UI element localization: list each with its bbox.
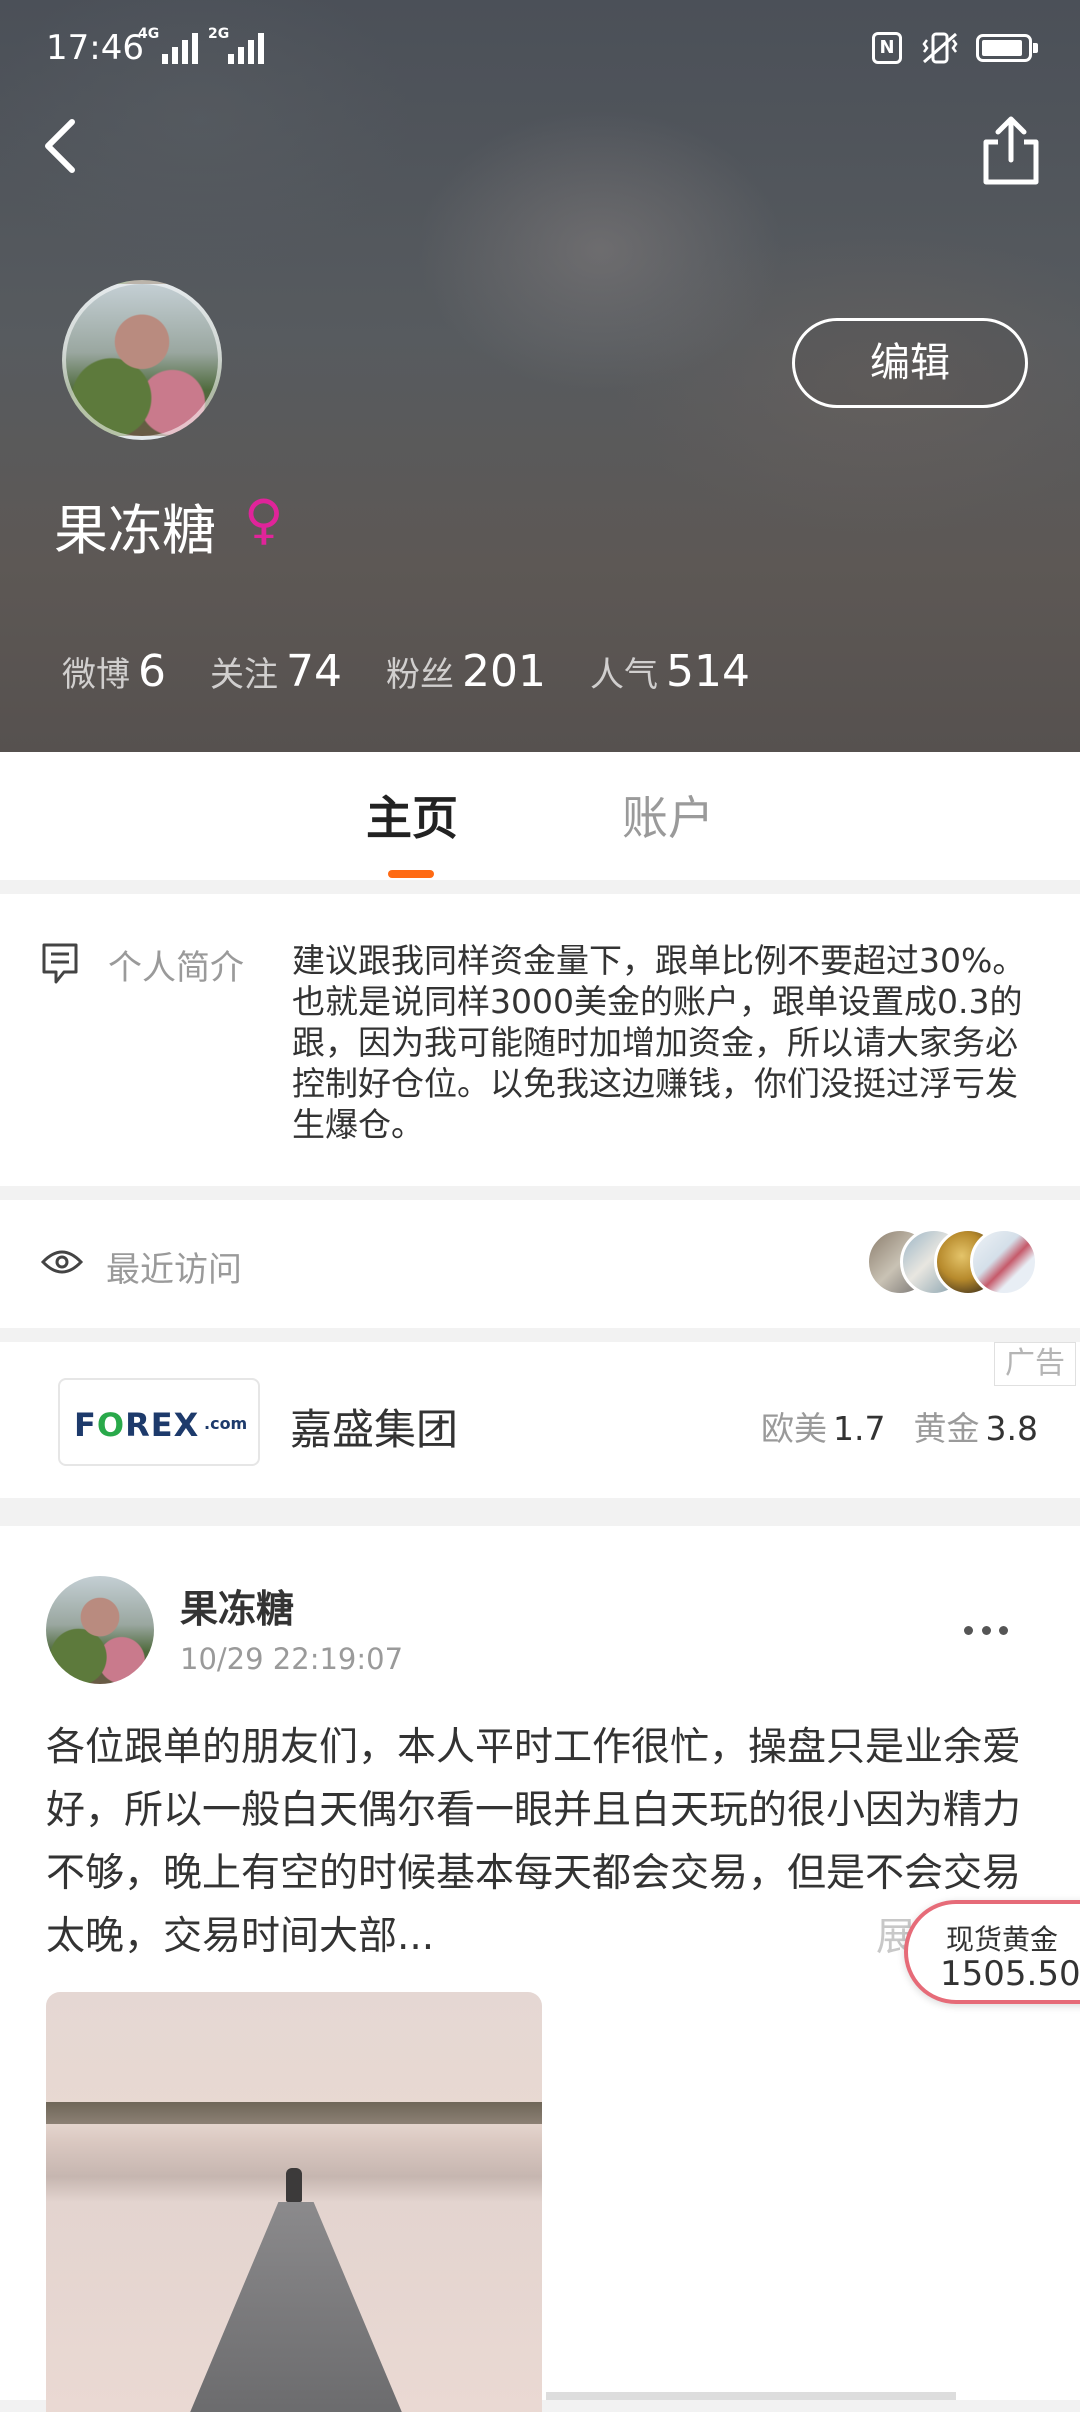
stat-value: 74 bbox=[286, 646, 342, 697]
share-button[interactable] bbox=[976, 112, 1046, 188]
back-button[interactable] bbox=[30, 110, 90, 180]
stat-posts[interactable]: 微博 6 bbox=[62, 646, 166, 697]
ad-rates: 欧美 1.7 黄金 3.8 bbox=[761, 1402, 1038, 1450]
gold-price: 1505.50 bbox=[940, 1954, 1080, 1994]
stat-label: 人气 bbox=[589, 655, 658, 695]
stat-popularity[interactable]: 人气 514 bbox=[590, 646, 750, 697]
tab-indicator bbox=[388, 870, 434, 878]
tab-bar: 主页 账户 bbox=[0, 752, 1080, 880]
network-type-label: 4G bbox=[138, 26, 160, 42]
signal-icon-2 bbox=[228, 32, 264, 64]
stat-following[interactable]: 关注 74 bbox=[210, 646, 342, 697]
ad-banner[interactable]: 广告 FOREX .com 嘉盛集团 欧美 1.7 黄金 3.8 bbox=[0, 1342, 1080, 1498]
stat-label: 微博 bbox=[62, 655, 130, 695]
bio-text: 建议跟我同样资金量下，跟单比例不要超过30%。也就是说同样3000美金的账户，跟… bbox=[292, 941, 1026, 1144]
recent-visits-label: 最近访问 bbox=[106, 1250, 242, 1290]
profile-stats: 微博 6 关注 74 粉丝 201 人气 514 bbox=[62, 646, 750, 697]
tab-account[interactable]: 账户 bbox=[622, 782, 714, 848]
gold-price-widget[interactable]: 现货黄金 1505.50 bbox=[904, 1900, 1080, 2004]
logo-suffix: .com bbox=[204, 1414, 248, 1433]
signal-icon bbox=[162, 32, 198, 64]
stat-label: 关注 bbox=[210, 655, 278, 695]
profile-header: 17:46 4G 2G N 编辑 果冻糖 ♀ 微博 6 关注 74 粉丝 201… bbox=[0, 0, 1080, 752]
post-author-avatar[interactable] bbox=[46, 1576, 154, 1684]
rate-label: 欧美 bbox=[761, 1409, 828, 1448]
tab-home[interactable]: 主页 bbox=[366, 782, 458, 848]
bio-section: 个人简介 建议跟我同样资金量下，跟单比例不要超过30%。也就是说同样3000美金… bbox=[0, 894, 1080, 1186]
stat-followers[interactable]: 粉丝 201 bbox=[386, 646, 546, 697]
network-type-label-2: 2G bbox=[208, 26, 230, 42]
post-timestamp: 10/29 22:19:07 bbox=[180, 1642, 404, 1676]
rate-value: 1.7 bbox=[833, 1409, 886, 1448]
gold-label: 现货黄金 bbox=[946, 1923, 1059, 1956]
vibrate-icon bbox=[922, 32, 958, 64]
stat-label: 粉丝 bbox=[386, 655, 454, 695]
rate-label: 黄金 bbox=[913, 1409, 980, 1448]
stat-value: 6 bbox=[138, 646, 166, 697]
username: 果冻糖 bbox=[54, 499, 216, 562]
status-time: 17:46 bbox=[46, 28, 144, 68]
bio-icon bbox=[42, 943, 78, 984]
scroll-indicator bbox=[546, 2392, 956, 2400]
battery-icon bbox=[976, 34, 1038, 62]
forex-logo: FOREX .com bbox=[58, 1378, 260, 1466]
rate-value: 3.8 bbox=[985, 1409, 1038, 1448]
status-bar: 17:46 4G 2G N bbox=[0, 0, 1080, 96]
ad-tag: 广告 bbox=[994, 1342, 1076, 1386]
avatar[interactable] bbox=[62, 280, 222, 440]
logo-text: FOREX bbox=[74, 1406, 200, 1444]
nfc-icon: N bbox=[872, 32, 902, 64]
more-options-button[interactable] bbox=[964, 1626, 1008, 1640]
female-icon: ♀ bbox=[244, 488, 284, 551]
recent-visits-row[interactable]: 最近访问 bbox=[0, 1200, 1080, 1328]
post-image[interactable] bbox=[46, 1992, 542, 2412]
bio-label: 个人简介 bbox=[108, 948, 244, 988]
visitor-avatar[interactable] bbox=[970, 1228, 1038, 1296]
post-author-name[interactable]: 果冻糖 bbox=[180, 1578, 294, 1633]
ad-company-name: 嘉盛集团 bbox=[290, 1405, 459, 1454]
edit-profile-button[interactable]: 编辑 bbox=[792, 318, 1028, 408]
stat-value: 514 bbox=[665, 646, 750, 697]
eye-icon bbox=[40, 1250, 84, 1274]
stat-value: 201 bbox=[462, 646, 546, 697]
